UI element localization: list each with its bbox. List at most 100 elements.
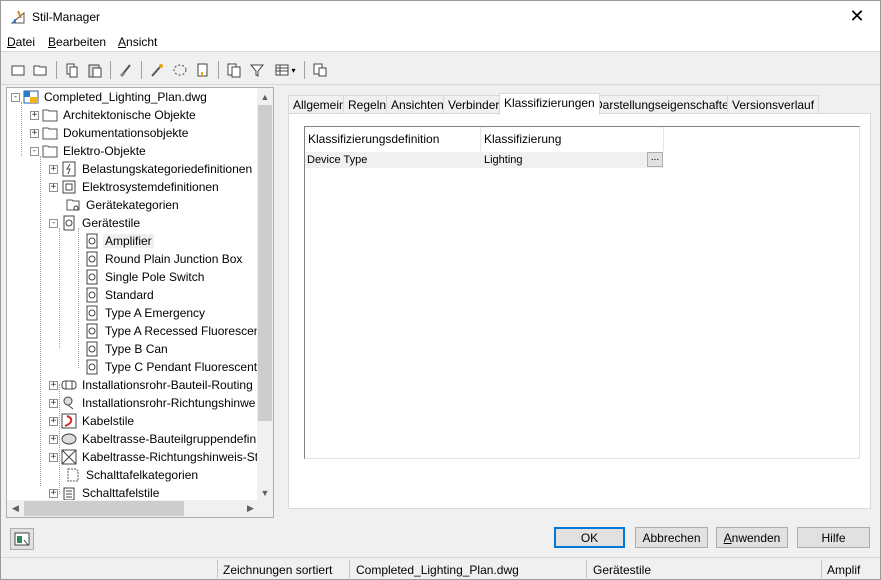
tree-node-geraetestile[interactable]: - Gerätestile — [49, 214, 142, 232]
rename-button[interactable] — [170, 60, 190, 80]
status-bar: Zeichnungen sortiert Completed_Lighting_… — [1, 557, 880, 579]
expand-toggle[interactable]: + — [49, 164, 58, 174]
title-bar: Stil-Manager ✕ — [1, 1, 880, 32]
tree-node-installationsrohr-bauteil-routing[interactable]: + Installationsrohr-Bauteil-Routing — [49, 376, 255, 394]
expand-toggle[interactable]: + — [30, 110, 39, 120]
expand-toggle[interactable]: + — [49, 182, 58, 192]
expand-toggle[interactable]: + — [49, 452, 58, 462]
menu-bar: Datei Bearbeiten Ansicht — [1, 32, 880, 52]
chevron-down-icon: ▾ — [291, 65, 296, 75]
tree-node-installationsrohr-richtungshinweis[interactable]: + Installationsrohr-Richtungshinwe — [49, 394, 257, 412]
tab-allgemein[interactable]: Allgemein — [288, 95, 351, 114]
tree-node-kabeltrasse-bauteilgruppendefinition[interactable]: + Kabeltrasse-Bauteilgruppendefin — [49, 430, 258, 448]
purge-button[interactable] — [116, 60, 136, 80]
import-button[interactable] — [193, 60, 213, 80]
tree-node-elektro-objekte[interactable]: - Elektro-Objekte — [30, 142, 148, 160]
folder-icon — [42, 109, 58, 122]
menu-datei[interactable]: Datei — [7, 35, 35, 49]
expand-toggle[interactable]: + — [30, 128, 39, 138]
expand-toggle[interactable]: + — [49, 488, 58, 498]
import-icon — [197, 63, 208, 77]
lightning-load-icon — [62, 161, 76, 177]
style-tree-panel: - Completed_Lighting_Plan.dwg + Architek… — [6, 87, 274, 518]
tree-node-kabelstile[interactable]: + Kabelstile — [49, 412, 136, 430]
tree-node-standard[interactable]: Standard — [84, 286, 156, 304]
tab-darstellungseigenschaften[interactable]: Darstellungseigenschaften — [589, 95, 741, 114]
scroll-up-icon[interactable]: ▲ — [257, 88, 273, 105]
tab-klassifizierungen[interactable]: Klassifizierungen — [499, 93, 600, 115]
expand-toggle[interactable]: + — [49, 398, 58, 408]
scroll-thumb[interactable] — [24, 501, 184, 516]
device-style-icon — [86, 269, 98, 285]
tree-node-round-plain-junction-box[interactable]: Round Plain Junction Box — [84, 250, 244, 268]
paste-button[interactable] — [85, 60, 105, 80]
collapse-toggle[interactable]: - — [49, 218, 58, 228]
window-title: Stil-Manager — [32, 10, 101, 24]
cancel-button[interactable]: Abbrechen — [635, 527, 708, 548]
tree-node-belastungskategoriedefinitionen[interactable]: + Belastungskategoriedefinitionen — [49, 160, 254, 178]
filter-button[interactable] — [247, 60, 267, 80]
tree-node-single-pole-switch[interactable]: Single Pole Switch — [84, 268, 206, 286]
toggle-view-button[interactable] — [10, 528, 34, 550]
column-header-definition[interactable]: Klassifizierungsdefinition — [308, 132, 439, 146]
tab-ansichten[interactable]: Ansichten — [386, 95, 449, 114]
browse-classification-button[interactable]: ... — [647, 152, 663, 167]
compare-button[interactable] — [310, 60, 330, 80]
new-drawing-button[interactable] — [8, 60, 28, 80]
scroll-thumb[interactable] — [258, 105, 272, 421]
tree-node-amplifier[interactable]: Amplifier — [84, 232, 154, 250]
expand-toggle[interactable]: + — [49, 434, 58, 444]
filter-icon — [249, 64, 265, 77]
tree-vertical-scrollbar[interactable]: ▲ ▼ — [257, 88, 273, 501]
folder-open-icon — [42, 145, 58, 158]
collapse-toggle[interactable]: - — [11, 92, 20, 102]
ok-button[interactable]: OK — [554, 527, 625, 548]
close-button[interactable]: ✕ — [834, 1, 880, 32]
help-button[interactable]: Hilfe — [797, 527, 870, 548]
tab-versionsverlauf[interactable]: Versionsverlauf — [727, 95, 820, 114]
status-category: Gerätestile — [593, 563, 652, 577]
collapse-toggle[interactable]: - — [30, 146, 39, 156]
menu-ansicht[interactable]: Ansicht — [118, 35, 157, 49]
column-header-classification[interactable]: Klassifizierung — [484, 132, 561, 146]
drawing-file-icon — [23, 90, 39, 104]
tab-regeln[interactable]: Regeln — [343, 95, 392, 114]
cell-classification[interactable]: Lighting — [484, 154, 523, 166]
table-row[interactable]: Device Type Lighting ... — [305, 152, 663, 168]
copy-style-button[interactable] — [224, 60, 244, 80]
expand-toggle[interactable]: + — [49, 416, 58, 426]
device-style-icon — [86, 251, 98, 267]
style-tree: - Completed_Lighting_Plan.dwg + Architek… — [7, 88, 259, 501]
tree-node-type-a-recessed-fluorescent[interactable]: Type A Recessed Fluorescent — [84, 322, 259, 340]
status-selected: Amplif — [827, 563, 861, 577]
edit-wand-icon — [151, 64, 163, 77]
table-view-icon — [275, 64, 289, 76]
tab-verbinder[interactable]: Verbinder — [443, 95, 505, 114]
cell-definition: Device Type — [307, 154, 368, 166]
tree-horizontal-scrollbar[interactable]: ◀ ▶ — [7, 500, 259, 517]
tree-node-type-b-can[interactable]: Type B Can — [84, 340, 170, 358]
tree-node-geraetekategorien[interactable]: Gerätekategorien — [65, 196, 181, 214]
tree-node-elektrosystemdefinitionen[interactable]: + Elektrosystemdefinitionen — [49, 178, 221, 196]
tree-node-type-c-pendant-fluorescent[interactable]: Type C Pendant Fluorescent — [84, 358, 259, 376]
scroll-down-icon[interactable]: ▼ — [257, 484, 273, 501]
tree-node-schalttafelstile[interactable]: + Schalttafelstile — [49, 484, 161, 501]
tree-node-dokumentationsobjekte[interactable]: + Dokumentationsobjekte — [30, 124, 190, 142]
copy-button[interactable] — [62, 60, 82, 80]
apply-button[interactable]: Anwenden — [716, 527, 788, 548]
tree-node-root[interactable]: - Completed_Lighting_Plan.dwg — [11, 88, 209, 106]
menu-bearbeiten[interactable]: Bearbeiten — [48, 35, 106, 49]
tree-node-type-a-emergency[interactable]: Type A Emergency — [84, 304, 207, 322]
tree-node-architektonische-objekte[interactable]: + Architektonische Objekte — [30, 106, 198, 124]
window-view-icon — [14, 532, 30, 546]
status-sort: Zeichnungen sortiert — [223, 563, 333, 577]
panel-splitter[interactable] — [277, 87, 281, 518]
tree-node-schalttafelkategorien[interactable]: Schalttafelkategorien — [65, 466, 200, 484]
expand-toggle[interactable]: + — [49, 380, 58, 390]
view-dropdown-button[interactable]: ▾ — [271, 60, 299, 80]
open-drawing-button[interactable] — [31, 60, 51, 80]
tree-node-kabeltrasse-richtungshinweis[interactable]: + Kabeltrasse-Richtungshinweis-St — [49, 448, 259, 466]
scroll-left-icon[interactable]: ◀ — [7, 500, 24, 517]
edit-style-button[interactable] — [147, 60, 167, 80]
document-copy-icon — [227, 63, 241, 78]
